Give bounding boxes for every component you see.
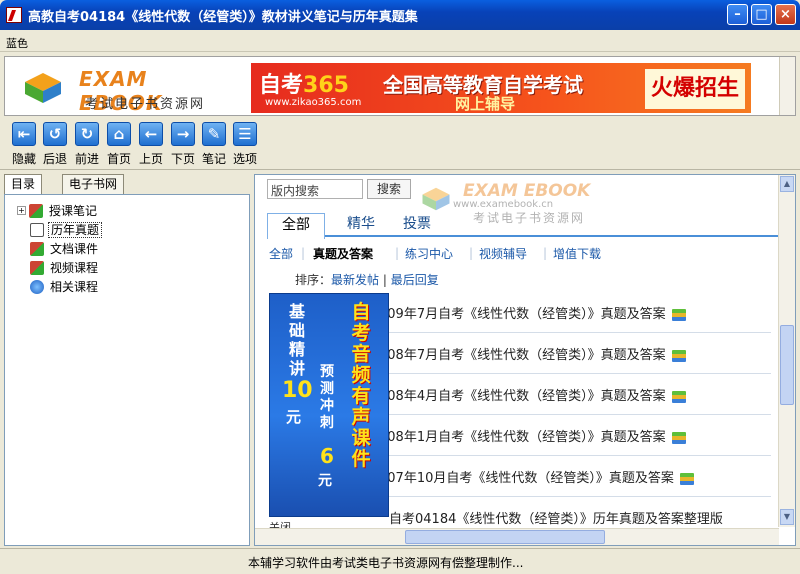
back-icon: ↺ [43,122,67,146]
exam-ebook-logo: EXAM EBOOK 考试电子书资源网 [23,63,233,115]
subnav-downloads[interactable]: 增值下载 [553,245,601,262]
menu-bar: 蓝色 [0,30,800,52]
tree-item-documents[interactable]: 文档课件 [30,239,100,257]
forward-icon: ↻ [75,122,99,146]
sort-options: 排序：最新发帖 | 最后回复 [295,273,439,287]
sort-last-reply-link[interactable]: 最后回复 [391,273,439,287]
prev-page-button[interactable]: ← 上页 [135,122,167,167]
main-tabs: 全部 精华 投票 [267,211,787,239]
title-bar: 高教自考04184《线性代数（经管类）》教材讲义笔记与历年真题集 – □ × [0,0,800,30]
ad-audio-courseware: 自考音频有声课件 [351,301,371,470]
zikao365-ad-banner[interactable]: 自考365 www.zikao365.com 全国高等教育自学考试 网上辅导 火… [251,63,751,113]
sub-navigation: 全部 | 真题及答案 | 练习中心 | 视频辅导 | 增值下载 [269,245,602,262]
app-icon [6,7,22,23]
ad-subheadline: 网上辅导 [455,95,516,113]
notes-icon: ✎ [202,122,226,146]
search-button[interactable]: 搜索 [367,179,411,199]
cube-logo-icon [422,187,450,211]
logo-subtitle: 考试电子书资源网 [85,97,206,112]
ad-hot-label: 火爆招生 [645,69,745,109]
contents-tree: + 授课笔记 历年真题 文档课件 视频课程 相关课程 [4,194,250,546]
audio-course-ad[interactable]: 基础精讲 10 元 自考音频有声课件 预测冲刺 6 元 [269,293,389,517]
ad-url: www.zikao365.com [265,97,362,108]
ad-forecast-sprint: 预测冲刺 [320,364,334,431]
cube-logo-icon [25,73,61,103]
tab-all[interactable]: 全部 [267,213,325,239]
sort-newest-link[interactable]: 最新发帖 [331,273,379,287]
subnav-exams-answers[interactable]: 真题及答案 [313,245,373,262]
left-panel-tabs: 目录 电子书网 [4,174,250,195]
next-page-button[interactable]: → 下页 [167,122,199,167]
scroll-down-icon[interactable]: ▼ [780,509,794,525]
window-title: 高教自考04184《线性代数（经管类）》教材讲义笔记与历年真题集 [28,10,418,25]
tab-vote[interactable]: 投票 [389,213,445,237]
tab-contents[interactable]: 目录 [4,174,43,195]
tree-item-past-exams[interactable]: 历年真题 [30,220,103,238]
book-icon [30,241,44,256]
minimize-button[interactable]: – [727,4,748,25]
search-input[interactable]: 版内搜索 [267,179,363,199]
books-icon [671,390,686,403]
tree-item-video-courses[interactable]: 视频课程 [30,258,100,276]
content-panel: 版内搜索 搜索 EXAM EBOOK www.examebook.cn 考试电子… [254,174,796,546]
expand-icon[interactable]: + [17,206,26,215]
maximize-button[interactable]: □ [751,4,772,25]
globe-icon [30,279,44,294]
subnav-video[interactable]: 视频辅导 [479,245,527,262]
subnav-practice[interactable]: 练习中心 [405,245,453,262]
ad-price-forecast: 6 [320,444,334,468]
back-button[interactable]: ↺ 后退 [39,122,71,167]
hide-icon: ⇤ [12,122,36,146]
close-button[interactable]: × [775,4,796,25]
prev-page-icon: ← [139,122,163,146]
menu-item-blue[interactable]: 蓝色 [6,35,28,51]
tree-item-lecture-notes[interactable]: + 授课笔记 [17,201,99,219]
banner-area: EXAM EBOOK 考试电子书资源网 自考365 www.zikao365.c… [4,56,796,116]
book-icon [30,260,44,275]
book-icon [29,203,43,218]
banner-scrollbar[interactable] [779,57,795,115]
home-button[interactable]: ⌂ 首页 [103,122,135,167]
tab-ebook-site[interactable]: 电子书网 [62,174,125,194]
content-horizontal-scrollbar[interactable] [255,528,779,545]
tab-featured[interactable]: 精华 [333,213,389,237]
next-page-icon: → [171,122,195,146]
ad-site-name: 自考365 [259,73,349,98]
scroll-up-icon[interactable]: ▲ [780,176,794,192]
hide-button[interactable]: ⇤ 隐藏 [8,122,40,167]
ad-price-basic: 10 [282,378,313,403]
books-icon [671,308,686,321]
scroll-thumb[interactable] [405,530,605,544]
tree-item-related-courses[interactable]: 相关课程 [30,277,100,295]
status-bar: 本辅学习软件由考试类电子书资源网有偿整理制作... [0,548,800,574]
scroll-thumb[interactable] [780,325,794,405]
subnav-all[interactable]: 全部 [269,245,293,262]
options-button[interactable]: ☰ 选项 [229,122,261,167]
forward-button[interactable]: ↻ 前进 [71,122,103,167]
books-icon [679,472,694,485]
ad-basic-lecture: 基础精讲 [288,302,305,378]
open-book-icon [30,222,44,237]
content-vertical-scrollbar[interactable]: ▲ ▼ [778,175,795,527]
books-icon [671,431,686,444]
notes-button[interactable]: ✎ 笔记 [198,122,230,167]
options-icon: ☰ [233,122,257,146]
home-icon: ⌂ [107,122,131,146]
books-icon [671,349,686,362]
toolbar: ⇤ 隐藏 ↺ 后退 ↻ 前进 ⌂ 首页 ← 上页 → 下页 ✎ 笔记 ☰ 选项 [0,118,800,170]
status-text: 本辅学习软件由考试类电子书资源网有偿整理制作... [248,556,524,570]
